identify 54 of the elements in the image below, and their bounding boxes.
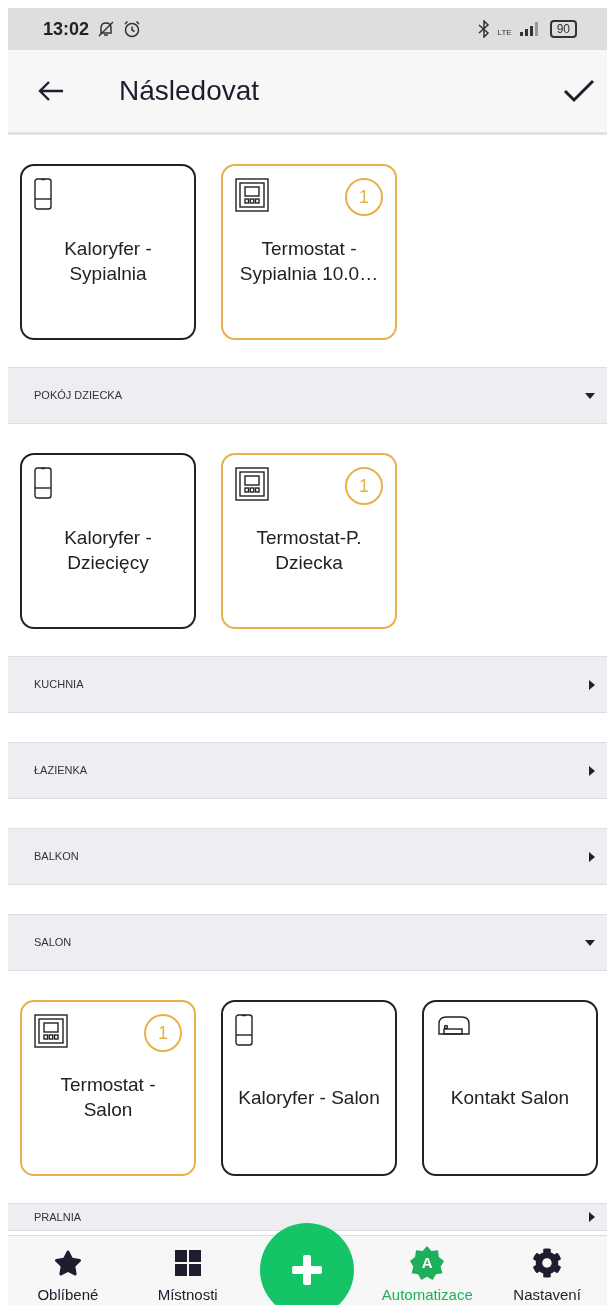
- network-label: LTE: [497, 27, 512, 39]
- checkmark-icon[interactable]: [563, 79, 595, 103]
- device-card[interactable]: Kaloryfer - Sypialnia: [20, 164, 196, 340]
- device-card[interactable]: Kaloryfer - Dziecięcy: [20, 453, 196, 629]
- star-icon: [53, 1249, 82, 1277]
- device-card[interactable]: Kontakt Salon: [422, 1000, 598, 1176]
- section-header[interactable]: KUCHNIA: [8, 656, 607, 713]
- count-badge: 1: [345, 178, 383, 216]
- page-title: Následovat: [119, 74, 261, 108]
- thermostat-icon: [235, 178, 269, 212]
- radiator-icon: [235, 1014, 253, 1046]
- status-time: 13:02: [43, 17, 90, 41]
- settings-icon: [532, 1248, 563, 1278]
- device-card[interactable]: 1 Termostat - Sypialnia 10.0…: [221, 164, 397, 340]
- caret-right-icon: [589, 851, 595, 862]
- socket-icon: [436, 1014, 472, 1038]
- caret-down-icon: [585, 939, 595, 946]
- device-name: Kaloryfer - Dziecięcy: [63, 526, 153, 575]
- section-header[interactable]: POKÓJ DZIECKA: [8, 367, 607, 424]
- plus-icon: [292, 1255, 323, 1285]
- back-arrow-icon[interactable]: [38, 80, 64, 102]
- device-name: Kaloryfer - Sypialnia: [63, 237, 153, 286]
- alarm-icon: [123, 20, 142, 38]
- section-header[interactable]: BALKON: [8, 828, 607, 885]
- section-header[interactable]: SALON: [8, 914, 607, 971]
- device-name: Termostat-P. Dziecka: [255, 526, 363, 575]
- bluetooth-icon: [477, 20, 490, 38]
- muted-bell-icon: [97, 20, 116, 38]
- nav-tab[interactable]: Místnosti: [127, 1236, 248, 1305]
- nav-tab[interactable]: Nastavení: [487, 1236, 607, 1305]
- caret-down-icon: [585, 392, 595, 399]
- section-header[interactable]: PRALNIA: [8, 1203, 607, 1231]
- device-name: Termostat - Salon: [59, 1073, 157, 1122]
- section-header[interactable]: ŁAZIENKA: [8, 742, 607, 799]
- nav-tab[interactable]: Oblíbené: [8, 1236, 128, 1305]
- grid-icon: [174, 1250, 201, 1276]
- device-card[interactable]: Kaloryfer - Salon: [221, 1000, 397, 1176]
- signal-icon: [519, 22, 538, 36]
- count-badge: 1: [144, 1014, 182, 1052]
- device-card[interactable]: 1 Termostat-P. Dziecka: [221, 453, 397, 629]
- caret-right-icon: [589, 765, 595, 776]
- caret-right-icon: [589, 1212, 595, 1222]
- device-name: Termostat - Sypialnia 10.0…: [238, 237, 380, 286]
- caret-right-icon: [589, 679, 595, 690]
- device-card[interactable]: 1 Termostat - Salon: [20, 1000, 196, 1176]
- count-badge: 1: [345, 467, 383, 505]
- radiator-icon: [34, 467, 52, 499]
- thermostat-icon: [34, 1014, 68, 1048]
- radiator-icon: [34, 178, 52, 210]
- device-name: Kaloryfer - Salon: [238, 1085, 380, 1110]
- battery-indicator: 90: [549, 20, 577, 38]
- automation-badge-icon: A: [410, 1246, 445, 1280]
- thermostat-icon: [235, 467, 269, 501]
- device-name: Kontakt Salon: [450, 1085, 570, 1110]
